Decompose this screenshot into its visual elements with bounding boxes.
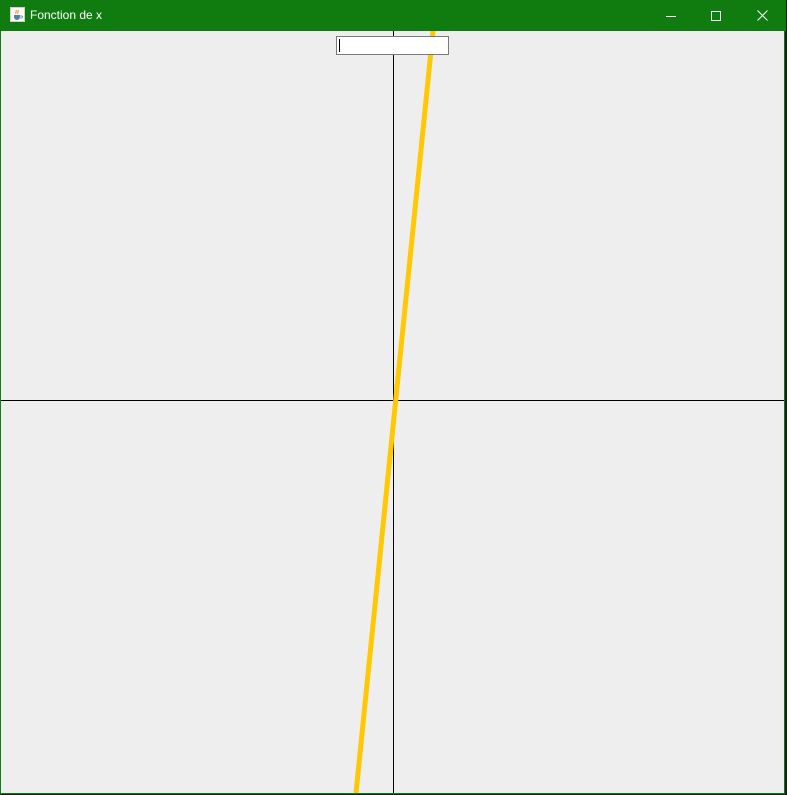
- text-caret: [339, 39, 340, 52]
- app-window: Fonction de x: [0, 0, 786, 794]
- function-graph: [1, 31, 784, 793]
- close-icon: [756, 10, 768, 21]
- close-button[interactable]: [739, 0, 785, 31]
- java-cup-icon: [10, 7, 25, 22]
- minimize-button[interactable]: [648, 0, 694, 31]
- window-title: Fonction de x: [30, 8, 103, 22]
- plot-canvas[interactable]: [1, 31, 784, 793]
- maximize-button[interactable]: [693, 0, 739, 31]
- maximize-icon: [711, 10, 721, 21]
- title-bar[interactable]: Fonction de x: [1, 0, 786, 31]
- function-curve: [353, 31, 436, 793]
- minimize-icon: [666, 15, 676, 17]
- expression-input[interactable]: [336, 36, 449, 55]
